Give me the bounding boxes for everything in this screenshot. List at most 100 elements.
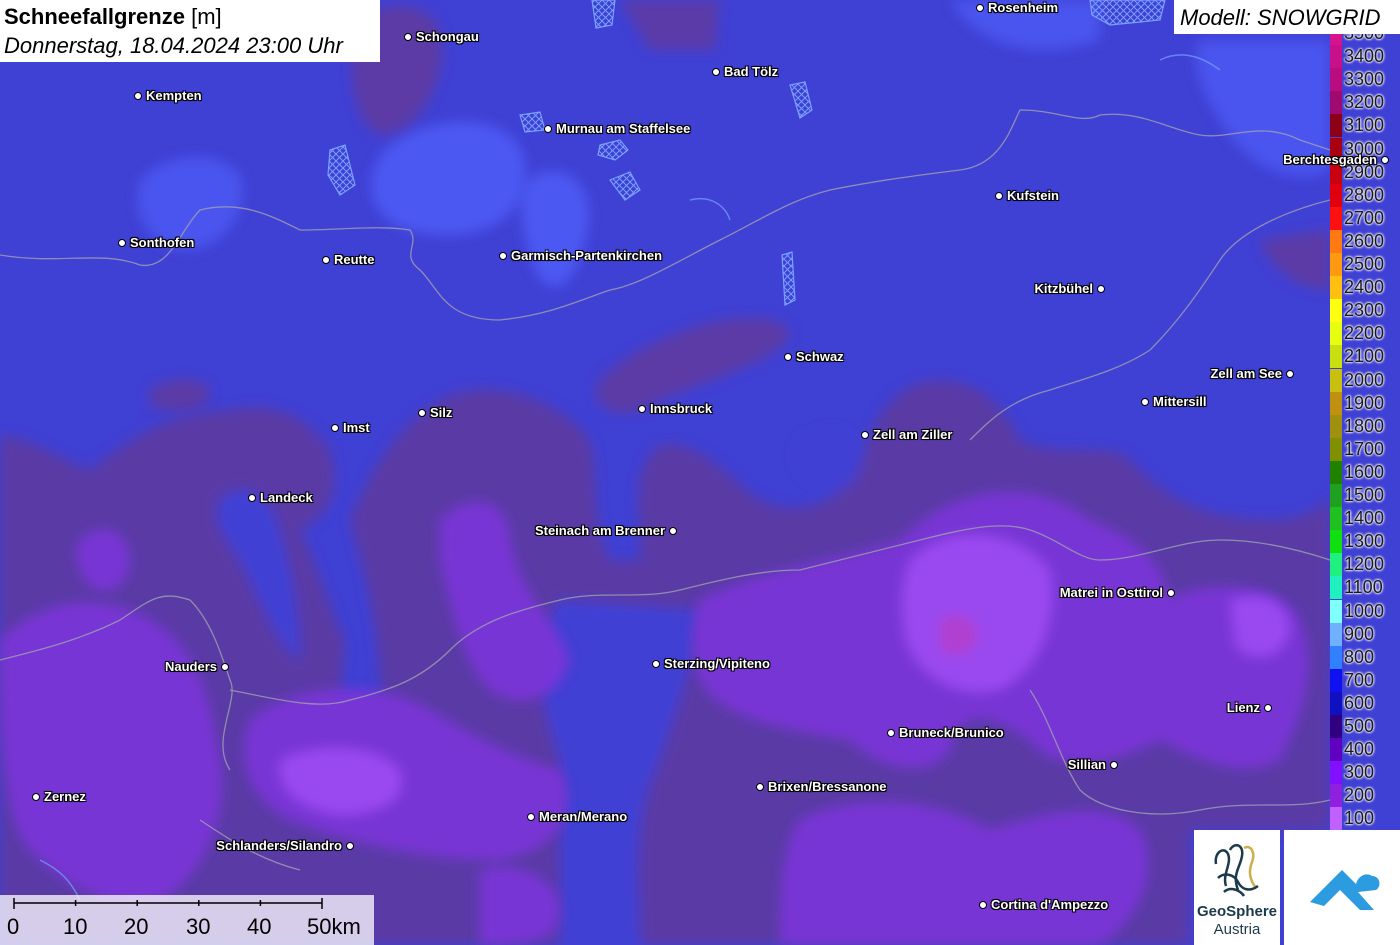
city-label: Schlanders/Silandro (216, 838, 342, 853)
city-label: Schongau (416, 29, 479, 44)
legend-swatch (1330, 206, 1342, 230)
city-marker-icon (978, 900, 987, 909)
city-marker-icon (755, 782, 764, 791)
legend-row: 2300 (1330, 299, 1400, 323)
mountain-cloud-icon (1310, 870, 1380, 910)
city-marker-icon (117, 238, 126, 247)
city-label: Sonthofen (130, 235, 195, 250)
legend-row: 1800 (1330, 414, 1400, 438)
geosphere-emblem-icon (1214, 843, 1259, 897)
legend-label: 900 (1344, 623, 1375, 644)
legend-label: 1000 (1344, 600, 1385, 621)
model-label-panel: Modell: SNOWGRID (1174, 0, 1400, 34)
legend-row: 900 (1330, 622, 1400, 646)
legend-row: 3200 (1330, 91, 1400, 115)
legend-row: 500 (1330, 715, 1400, 739)
legend-label: 1100 (1344, 577, 1383, 598)
city-marker-icon (975, 3, 984, 12)
legend-label: 2400 (1344, 277, 1385, 298)
legend-row: 700 (1330, 668, 1400, 692)
city-marker-icon (1109, 760, 1118, 769)
scale-label: 20 (124, 914, 149, 939)
legend-row: 3400 (1330, 45, 1400, 69)
city-label: Matrei in Osttirol (1059, 585, 1163, 600)
legend-swatch (1330, 761, 1342, 785)
city-marker-icon (498, 251, 507, 260)
legend-label: 1500 (1344, 485, 1385, 505)
scale-bar: 0 10 20 30 40 50km (0, 895, 374, 945)
scale-label: 50km (307, 914, 361, 939)
legend-label: 1300 (1344, 531, 1385, 552)
legend-row: 1900 (1330, 391, 1400, 415)
city-marker-icon (1285, 369, 1294, 378)
city-label: Bruneck/Brunico (899, 725, 1004, 740)
city-marker-icon (247, 493, 256, 502)
legend-row: 2400 (1330, 276, 1400, 300)
legend-row: 2200 (1330, 322, 1400, 346)
legend-swatch (1330, 668, 1342, 692)
legend-label: 1600 (1344, 461, 1385, 482)
legend-row: 1200 (1330, 553, 1400, 577)
city-label: Silz (430, 405, 453, 420)
legend-swatch (1330, 68, 1342, 92)
legend-label: 2600 (1344, 230, 1385, 251)
legend-row: 3100 (1330, 114, 1400, 138)
city-marker-icon (783, 352, 792, 361)
city-label: Reutte (334, 252, 375, 267)
legend-row: 2100 (1330, 345, 1400, 369)
legend-label: 1400 (1344, 508, 1385, 529)
city-marker-icon (321, 255, 330, 264)
city-label: Steinach am Brenner (534, 523, 665, 538)
legend-row: 1500 (1330, 484, 1400, 508)
city-marker-icon (637, 404, 646, 413)
legend-label: 800 (1344, 646, 1375, 667)
legend-label: 1700 (1344, 438, 1385, 459)
legend-row: 1600 (1330, 460, 1400, 484)
legend-swatch (1330, 276, 1342, 300)
city-marker-icon (1140, 397, 1149, 406)
legend-label: 3500 (1344, 34, 1384, 44)
legend-swatch (1330, 299, 1342, 323)
city-label: Garmisch-Partenkirchen (511, 248, 663, 263)
legend-swatch (1330, 530, 1342, 554)
legend-swatch (1330, 229, 1342, 253)
city-label: Berchtesgaden (1283, 152, 1377, 167)
city-marker-icon (133, 91, 142, 100)
city-label: Murnau am Staffelsee (556, 121, 691, 136)
city-label: Mittersill (1153, 394, 1207, 409)
legend-swatch (1330, 460, 1342, 484)
legend-label: 200 (1344, 785, 1375, 806)
legend-row: 800 (1330, 645, 1400, 669)
city-label: Meran/Merano (539, 809, 628, 824)
model-label: Modell: SNOWGRID (1180, 5, 1381, 30)
map-timestamp: Donnerstag, 18.04.2024 23:00 Uhr (4, 33, 343, 58)
snowfall-limit-map (0, 0, 1400, 945)
city-label: Bad Tölz (724, 64, 779, 79)
legend-label: 500 (1344, 716, 1375, 736)
city-marker-icon (668, 526, 677, 535)
legend-swatch (1330, 691, 1342, 715)
city-marker-icon (651, 659, 660, 668)
city-marker-icon (345, 841, 354, 850)
city-marker-icon (860, 430, 869, 439)
city-marker-icon (526, 812, 535, 821)
legend-label: 2500 (1344, 254, 1385, 274)
legend-label: 2700 (1344, 207, 1385, 228)
scale-label: 30 (186, 914, 211, 939)
city-label: Cortina d'Ampezzo (991, 897, 1109, 912)
city-marker-icon (1380, 155, 1389, 164)
legend-swatch (1330, 507, 1342, 531)
legend-row: 1700 (1330, 437, 1400, 461)
legend-row: 200 (1330, 784, 1400, 808)
legend-row: 3500 (1330, 34, 1400, 46)
city-marker-icon (220, 662, 229, 671)
city-label: Zernez (44, 789, 86, 804)
legend-label: 2100 (1344, 346, 1385, 367)
legend-swatch (1330, 345, 1342, 369)
city-label: Nauders (164, 659, 217, 674)
legend-label: 2200 (1344, 323, 1385, 344)
city-marker-icon (711, 67, 720, 76)
legend-label: 2000 (1344, 369, 1385, 390)
legend-swatch (1330, 645, 1342, 669)
legend-row: 300 (1330, 761, 1400, 785)
